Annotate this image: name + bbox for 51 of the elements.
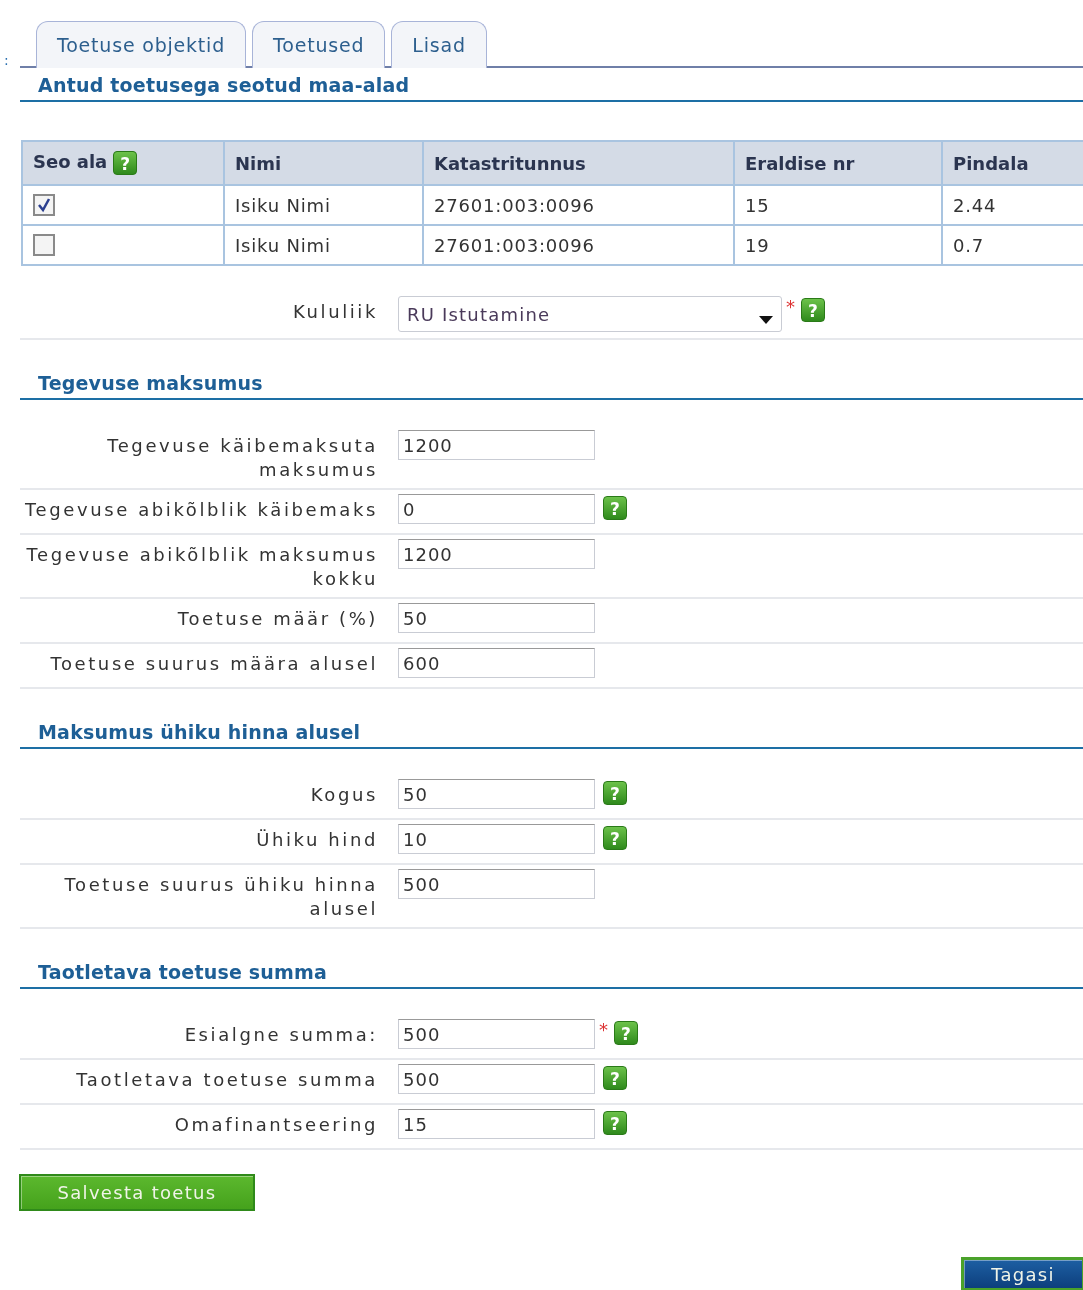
input-field[interactable]: 15: [398, 1109, 595, 1139]
required-mark: *: [786, 296, 795, 317]
input-field[interactable]: 600: [398, 648, 595, 678]
input-field[interactable]: 10: [398, 824, 595, 854]
table-cell: 15: [745, 194, 770, 216]
field-label: Kululiik: [292, 300, 378, 324]
field-label: Taotletava toetuse summa: [75, 1068, 378, 1092]
field-label: Toetuse määr (%): [176, 607, 378, 631]
section-title: Taotletava toetuse summa: [37, 960, 328, 985]
edge-mark: :: [4, 52, 9, 68]
field-label: Esialgne summa:: [183, 1023, 378, 1047]
column-header: Eraldise nr: [745, 152, 855, 174]
input-field[interactable]: 500: [398, 869, 595, 899]
input-field[interactable]: 0: [398, 494, 595, 524]
table-cell: Isiku Nimi: [235, 234, 331, 256]
column-header: Katastritunnus: [434, 152, 586, 174]
field-label: Tegevuse abikõlblik käibemaks: [24, 498, 378, 522]
back-button[interactable]: Tagasi: [961, 1257, 1083, 1290]
input-field[interactable]: 1200: [398, 430, 595, 460]
field-label: Tegevuse abikõlblik maksumus kokku: [25, 543, 378, 591]
section-title: Antud toetusega seotud maa-alad: [37, 73, 410, 98]
caret-icon: [759, 314, 773, 324]
table-cell: 27601:003:0096: [434, 194, 595, 216]
input-field[interactable]: 500: [398, 1064, 595, 1094]
section-title: Tegevuse maksumus: [37, 371, 263, 396]
table-cell: 27601:003:0096: [434, 234, 595, 256]
checkbox[interactable]: [33, 234, 55, 256]
input-field[interactable]: 1200: [398, 539, 595, 569]
field-label: Kogus: [309, 783, 378, 807]
column-header: Seo ala: [33, 151, 108, 172]
table-cell: 2.44: [953, 194, 997, 216]
column-header: Nimi: [235, 152, 282, 174]
field-label: Ühiku hind: [255, 828, 378, 852]
tab[interactable]: Toetused: [252, 21, 386, 68]
section-title: Maksumus ühiku hinna alusel: [37, 720, 361, 745]
field-label: Tegevuse käibemaksuta maksumus: [106, 434, 378, 482]
table-cell: 0.7: [953, 234, 985, 256]
dropdown[interactable]: RU Istutamine: [398, 296, 782, 332]
required-mark: *: [599, 1019, 608, 1040]
field-label: Toetuse suurus ühiku hinna alusel: [63, 873, 378, 921]
input-field[interactable]: 50: [398, 779, 595, 809]
input-field[interactable]: 500: [398, 1019, 595, 1049]
table-cell: 19: [745, 234, 770, 256]
input-field[interactable]: 50: [398, 603, 595, 633]
column-header: Pindala: [953, 152, 1029, 174]
table-cell: Isiku Nimi: [235, 194, 331, 216]
tab[interactable]: Lisad: [391, 21, 487, 68]
tab[interactable]: Toetuse objektid: [36, 21, 247, 68]
field-label: Omafinantseering: [173, 1113, 378, 1137]
field-label: Toetuse suurus määra alusel: [49, 652, 378, 676]
checked-checkbox[interactable]: [33, 194, 55, 216]
